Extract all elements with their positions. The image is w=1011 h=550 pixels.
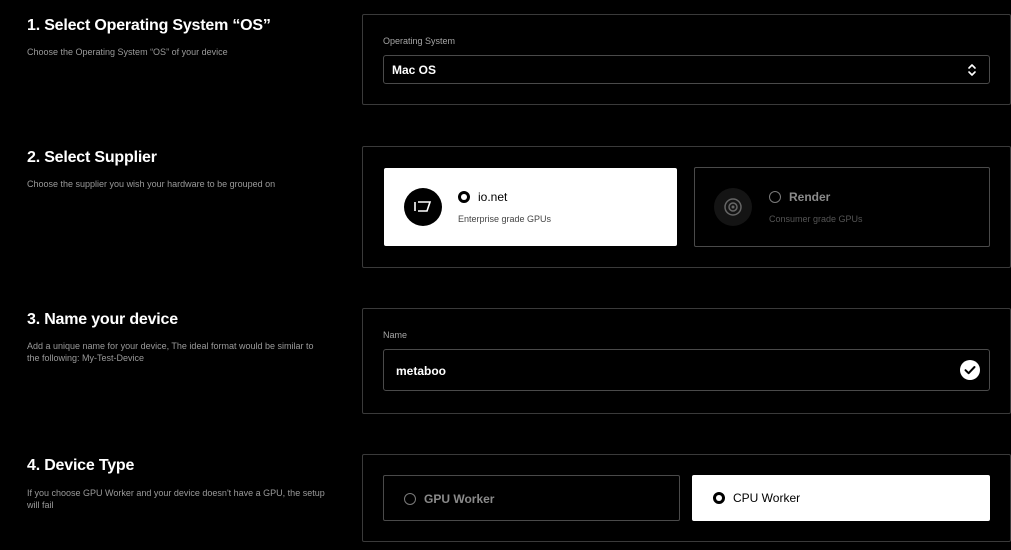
device-type-name-gpu: GPU Worker [424, 492, 495, 506]
supplier-name-render: Render [789, 190, 831, 204]
supplier-radio-io-net[interactable] [458, 191, 470, 203]
device-type-option-gpu[interactable]: GPU Worker [383, 475, 680, 521]
supplier-name-io-net: io.net [478, 190, 508, 204]
supplier-section-title: 2. Select Supplier [27, 149, 157, 166]
name-card: Name metaboo [362, 308, 1011, 414]
os-section-description: Choose the Operating System “OS” of your… [27, 47, 228, 57]
os-section: 1. Select Operating System “OS” Choose t… [0, 0, 1011, 120]
device-type-name-cpu: CPU Worker [733, 491, 801, 505]
name-section-description: Add a unique name for your device, The i… [27, 341, 314, 363]
device-type-radio-gpu[interactable] [404, 493, 416, 505]
render-logo-icon [714, 188, 752, 226]
supplier-option-io-net[interactable]: io.net Enterprise grade GPUs [384, 168, 677, 246]
os-field-label: Operating System [383, 36, 456, 46]
supplier-card: io.net Enterprise grade GPUs Render Cons… [362, 146, 1011, 268]
os-select[interactable]: Mac OS [383, 55, 990, 84]
supplier-subtitle-io-net: Enterprise grade GPUs [458, 214, 552, 224]
device-type-option-cpu[interactable]: CPU Worker [692, 475, 990, 521]
supplier-subtitle-render: Consumer grade GPUs [769, 214, 863, 224]
os-select-value: Mac OS [392, 63, 437, 77]
supplier-section-description: Choose the supplier you wish your hardwa… [27, 179, 276, 189]
supplier-option-render[interactable]: Render Consumer grade GPUs [694, 167, 990, 247]
supplier-radio-render[interactable] [769, 191, 781, 203]
io-net-logo-icon [404, 188, 442, 226]
device-type-section-description: If you choose GPU Worker and your device… [27, 488, 325, 510]
check-circle-icon [960, 360, 980, 380]
chevron-up-down-icon [968, 64, 976, 76]
name-field-label: Name [383, 330, 408, 340]
name-section-title: 3. Name your device [27, 311, 178, 328]
device-type-radio-cpu[interactable] [713, 492, 725, 504]
os-card: Operating System Mac OS [362, 14, 1011, 105]
os-section-title: 1. Select Operating System “OS” [27, 17, 271, 34]
device-type-section-title: 4. Device Type [27, 457, 135, 474]
device-name-input[interactable]: metaboo [383, 349, 990, 391]
device-type-card: GPU Worker CPU Worker [362, 454, 1011, 542]
device-name-value: metaboo [396, 364, 447, 378]
supplier-section: 2. Select Supplier Choose the supplier y… [0, 0, 1011, 189]
